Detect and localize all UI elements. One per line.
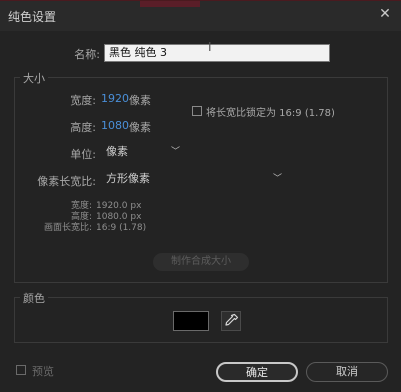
info-height-label: 高度: (70, 212, 92, 222)
background-strip (140, 1, 200, 7)
eyedropper-icon (225, 313, 239, 326)
info-width-value: 1920.0 px (96, 201, 142, 211)
title-bar: 纯色设置 ✕ (0, 1, 401, 31)
width-label: 宽度: (70, 94, 96, 107)
units-select[interactable]: 像素 ﹀ (102, 143, 186, 161)
text-cursor-icon: I (208, 40, 212, 54)
info-frame-aspect-value: 16:9 (1.78) (96, 223, 147, 233)
cancel-button[interactable]: 取消 (306, 362, 388, 382)
height-value[interactable]: 1080 (101, 119, 129, 132)
info-width-label: 宽度: (70, 201, 92, 211)
dialog-title: 纯色设置 (8, 10, 57, 24)
width-unit: 像素 (129, 94, 151, 107)
color-group-title: 颜色 (20, 290, 48, 306)
chevron-down-icon: ﹀ (170, 147, 180, 157)
info-width-row: 宽度: 1920.0 px (30, 201, 146, 212)
name-input[interactable]: 黑色 纯色 3 (104, 44, 330, 62)
width-value[interactable]: 1920 (101, 92, 129, 105)
height-label: 高度: (70, 121, 96, 134)
size-info-block: 宽度: 1920.0 px 高度: 1080.0 px 画面长宽比: 16:9 (1.… (30, 201, 146, 234)
units-select-value: 像素 (106, 145, 128, 158)
pixel-aspect-label: 像素长宽比: (37, 175, 96, 188)
ok-button[interactable]: 确定 (216, 362, 298, 382)
solid-settings-dialog: 纯色设置 ✕ 名称: 黑色 纯色 3 I 大小 宽度: 1920 像素 将长宽比… (0, 0, 401, 392)
size-group-title: 大小 (20, 70, 48, 86)
lock-aspect-checkbox[interactable] (192, 106, 202, 116)
preview-label: 预览 (32, 365, 54, 378)
pixel-aspect-select-value: 方形像素 (106, 172, 150, 185)
color-swatch[interactable] (173, 311, 209, 331)
chevron-down-icon: ﹀ (272, 174, 282, 184)
lock-aspect-label: 将长宽比锁定为 16:9 (1.78) (206, 108, 335, 119)
info-height-value: 1080.0 px (96, 212, 142, 222)
eyedropper-button[interactable] (221, 311, 241, 331)
info-frame-aspect-label: 画面长宽比: (43, 223, 92, 233)
preview-checkbox[interactable] (16, 365, 26, 375)
close-icon[interactable]: ✕ (377, 6, 393, 22)
height-unit: 像素 (129, 121, 151, 134)
make-comp-size-button[interactable]: 制作合成大小 (153, 253, 249, 271)
info-height-row: 高度: 1080.0 px (30, 212, 146, 223)
info-frame-aspect-row: 画面长宽比: 16:9 (1.78) (30, 223, 146, 234)
name-label: 名称: (74, 48, 100, 61)
pixel-aspect-select[interactable]: 方形像素 ﹀ (102, 170, 288, 188)
units-label: 单位: (70, 148, 96, 161)
